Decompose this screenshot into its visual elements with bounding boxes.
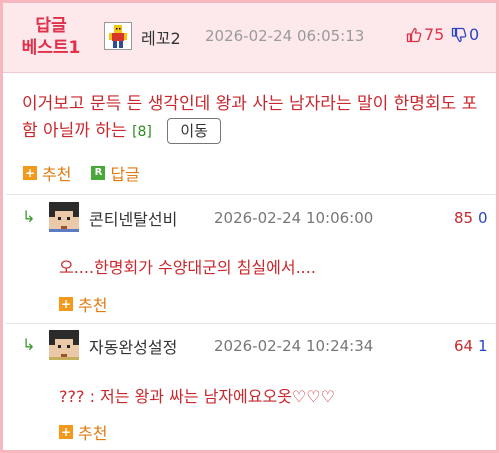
- comment-actions: + 추천 R 답글: [23, 161, 140, 185]
- like-button[interactable]: 75: [406, 25, 444, 44]
- dislike-button[interactable]: 0: [451, 25, 479, 44]
- comment-text: 이거보고 문득 든 생각인데 왕과 사는 남자라는 말이 한명회도 포함 아닐까…: [22, 94, 478, 141]
- like-count: 75: [424, 25, 445, 44]
- reply-like-count[interactable]: 64: [454, 337, 473, 355]
- reply-dislike-count[interactable]: 1: [478, 337, 488, 355]
- reply-author-name[interactable]: 콘티넨탈선비: [89, 206, 177, 230]
- divider: [6, 194, 496, 195]
- plus-square-icon: +: [23, 166, 37, 180]
- divider: [6, 323, 496, 324]
- best-reply-badge: 답글 베스트1: [11, 15, 91, 59]
- recommend-button[interactable]: + 추천: [59, 292, 107, 316]
- lego-figure-icon: [109, 25, 127, 48]
- reply-dislike-count[interactable]: 0: [478, 209, 488, 227]
- thumbs-up-icon: [406, 27, 422, 42]
- dislike-count: 0: [469, 25, 480, 44]
- badge-line-1: 답글: [35, 16, 67, 36]
- comment-datetime: 2026-02-24 06:05:13: [205, 27, 365, 45]
- recommend-button[interactable]: + 추천: [23, 161, 71, 185]
- badge-line-2: 베스트1: [21, 38, 81, 58]
- avatar[interactable]: [49, 202, 79, 232]
- avatar[interactable]: [104, 22, 132, 50]
- plus-square-icon: +: [59, 425, 73, 439]
- recommend-button[interactable]: + 추천: [59, 420, 107, 444]
- reply-datetime: 2026-02-24 10:24:34: [214, 337, 374, 355]
- reply-count[interactable]: [8]: [132, 124, 152, 140]
- reply-arrow-icon: ↳: [22, 335, 36, 354]
- comment-panel: 답글 베스트1 레꼬2 2026-02-24 06:05:13 75 0 이거보…: [0, 0, 499, 453]
- author-name[interactable]: 레꼬2: [141, 25, 181, 49]
- reply-square-icon: R: [91, 166, 106, 180]
- reply-arrow-icon: ↳: [22, 207, 36, 226]
- reply-text: 오....한명회가 수양대군의 침실에서....: [59, 258, 316, 277]
- pixel-face-icon: [49, 202, 79, 232]
- reply-button[interactable]: R 답글: [91, 161, 140, 185]
- reply-label: 답글: [110, 165, 140, 184]
- reply-like-count[interactable]: 85: [454, 209, 473, 227]
- reply-datetime: 2026-02-24 10:06:00: [214, 209, 374, 227]
- best-comment-header: 답글 베스트1 레꼬2 2026-02-24 06:05:13 75 0: [3, 3, 496, 73]
- move-button[interactable]: 이동: [167, 118, 221, 144]
- pixel-face-icon: [49, 330, 79, 360]
- avatar[interactable]: [49, 330, 79, 360]
- recommend-label: 추천: [42, 165, 72, 184]
- plus-square-icon: +: [59, 297, 73, 311]
- recommend-label: 추천: [78, 296, 108, 315]
- recommend-label: 추천: [78, 424, 108, 443]
- comment-body: 이거보고 문득 든 생각인데 왕과 사는 남자라는 말이 한명회도 포함 아닐까…: [22, 91, 492, 146]
- thumbs-down-icon: [451, 27, 467, 42]
- reply-text: ??? : 저는 왕과 싸는 남자에요오옷♡♡♡: [59, 387, 335, 406]
- reply-author-name[interactable]: 자동완성설정: [89, 334, 177, 358]
